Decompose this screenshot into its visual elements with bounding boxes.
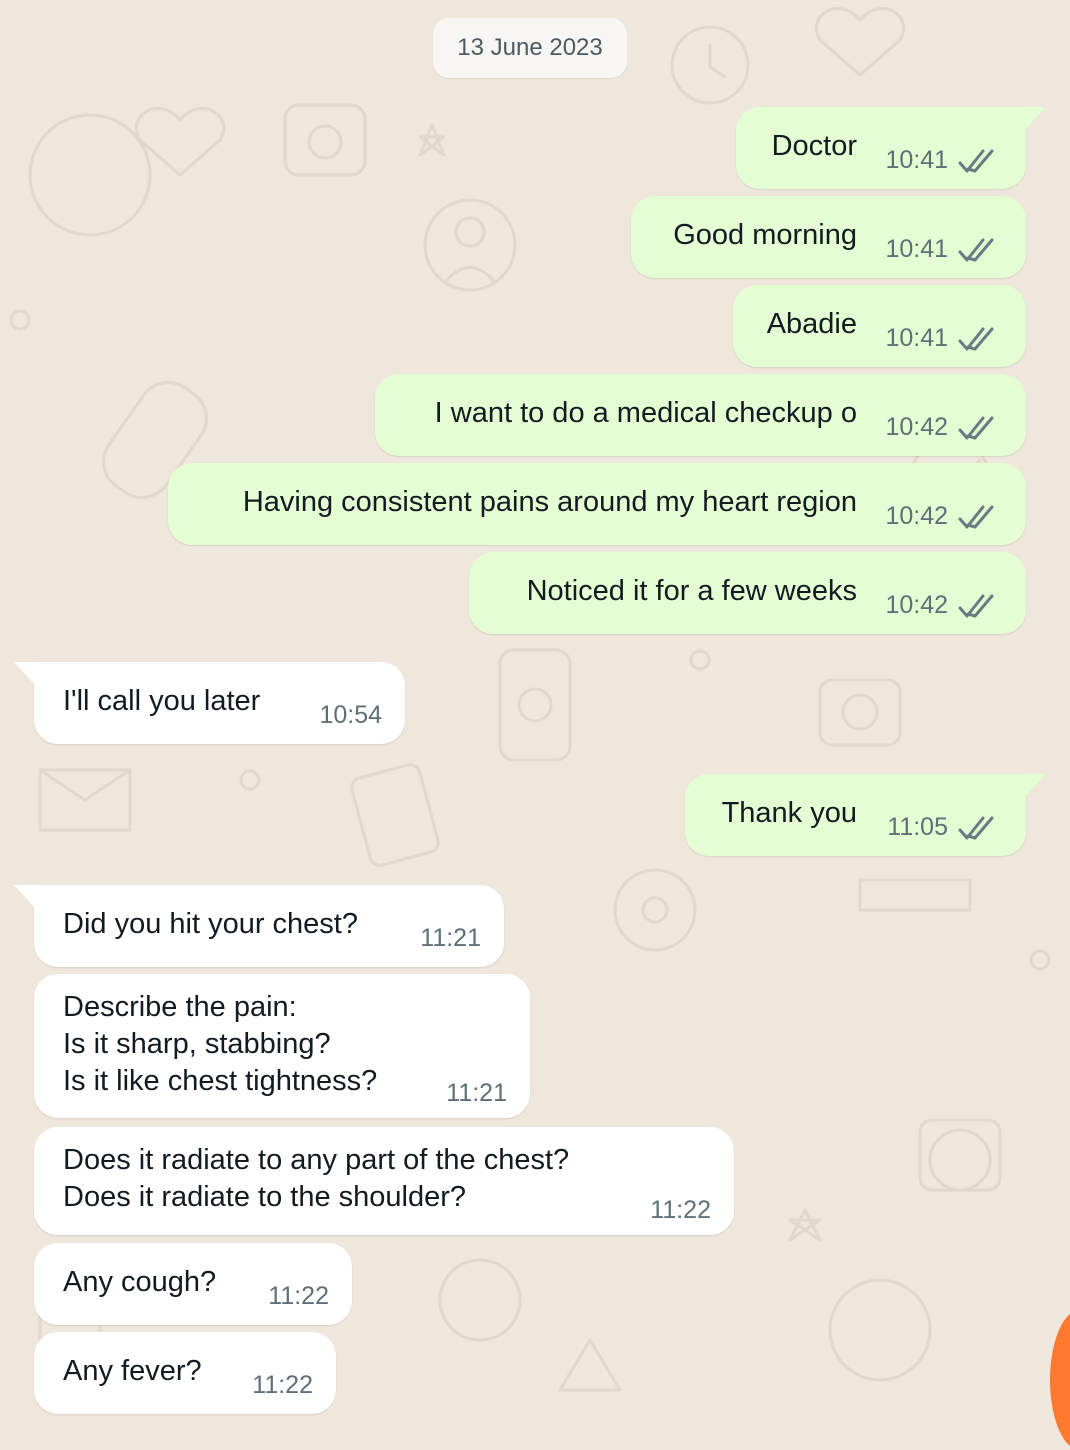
message-bubble-incoming[interactable]: Any fever? 11:22	[34, 1332, 336, 1414]
message-time: 11:22	[252, 1371, 313, 1399]
message-meta: 10:54	[319, 701, 382, 730]
message-meta: 11:05	[887, 813, 1002, 842]
message-time: 10:42	[885, 591, 948, 619]
message-bubble-outgoing[interactable]: Thank you 11:05	[685, 774, 1046, 856]
message-meta: 11:22	[252, 1371, 313, 1400]
message-text: Thank you	[721, 797, 857, 829]
read-ticks-icon	[958, 594, 994, 617]
message-bubble-outgoing[interactable]: I want to do a medical checkup o 10:42	[375, 374, 1026, 456]
message-time: 10:54	[319, 701, 382, 729]
message-meta: 11:22	[650, 1196, 711, 1225]
message-time: 11:22	[650, 1196, 711, 1224]
message-text: Having consistent pains around my heart …	[242, 486, 857, 518]
message-text: Any cough?	[63, 1266, 217, 1298]
message-time: 10:42	[885, 502, 948, 530]
message-time: 10:41	[885, 324, 948, 352]
message-meta: 11:21	[446, 1079, 507, 1108]
message-time: 11:21	[446, 1079, 507, 1107]
message-time: 10:41	[885, 146, 948, 174]
message-time: 10:42	[885, 413, 948, 441]
read-ticks-icon	[958, 238, 994, 261]
message-time: 10:41	[885, 235, 948, 263]
message-meta: 11:21	[420, 924, 481, 953]
message-bubble-incoming[interactable]: Describe the pain: Is it sharp, stabbing…	[34, 974, 530, 1118]
message-meta: 10:42	[885, 502, 1002, 531]
message-text: Does it radiate to any part of the chest…	[63, 1144, 570, 1213]
message-bubble-outgoing[interactable]: Good morning 10:41	[631, 196, 1026, 278]
message-text: Did you hit your chest?	[63, 908, 358, 940]
read-ticks-icon	[958, 816, 994, 839]
message-text: Noticed it for a few weeks	[526, 575, 857, 607]
message-meta: 10:41	[885, 235, 1002, 264]
message-bubble-incoming[interactable]: Any cough? 11:22	[34, 1243, 352, 1325]
message-bubble-incoming[interactable]: Did you hit your chest? 11:21	[14, 885, 504, 967]
message-meta: 10:41	[885, 146, 1002, 175]
message-meta: 10:41	[885, 324, 1002, 353]
message-time: 11:05	[887, 813, 948, 841]
message-bubble-incoming[interactable]: I'll call you later 10:54	[14, 662, 405, 744]
message-bubble-outgoing[interactable]: Doctor 10:41	[736, 107, 1046, 189]
message-text: Abadie	[766, 308, 857, 340]
message-text: Doctor	[771, 130, 857, 162]
message-bubble-incoming[interactable]: Does it radiate to any part of the chest…	[34, 1127, 734, 1235]
read-ticks-icon	[958, 327, 994, 350]
message-text: Good morning	[673, 219, 857, 251]
message-bubble-outgoing[interactable]: Abadie 10:41	[733, 285, 1026, 367]
message-meta: 10:42	[885, 413, 1002, 442]
read-ticks-icon	[958, 505, 994, 528]
message-meta: 10:42	[885, 591, 1002, 620]
message-bubble-outgoing[interactable]: Having consistent pains around my heart …	[168, 463, 1026, 545]
date-separator: 13 June 2023	[433, 18, 627, 78]
message-text: I'll call you later	[63, 685, 261, 717]
message-bubble-outgoing[interactable]: Noticed it for a few weeks 10:42	[469, 552, 1026, 634]
message-time: 11:22	[268, 1282, 329, 1310]
message-time: 11:21	[420, 924, 481, 952]
message-text: Describe the pain: Is it sharp, stabbing…	[63, 991, 378, 1097]
read-ticks-icon	[958, 416, 994, 439]
message-text: Any fever?	[63, 1355, 202, 1387]
read-ticks-icon	[958, 149, 994, 172]
message-meta: 11:22	[268, 1282, 329, 1311]
message-text: I want to do a medical checkup o	[434, 397, 857, 429]
